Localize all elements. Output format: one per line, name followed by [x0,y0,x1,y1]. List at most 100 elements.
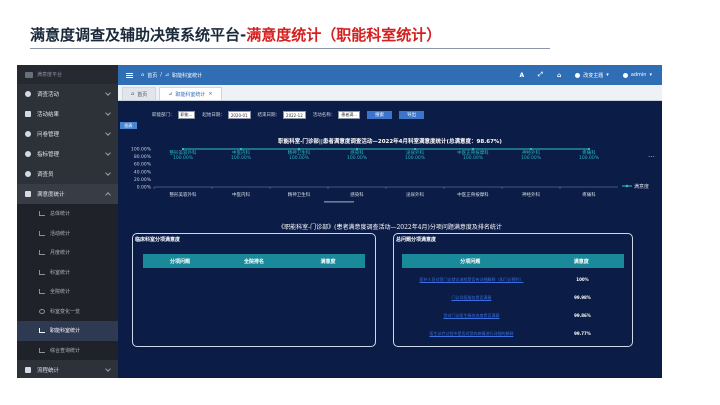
data-point [181,147,185,151]
chevron-down-icon [105,90,111,96]
question-link[interactable]: 医护人员对您门诊就诊流程是否有详细解释（如门诊预约） [402,277,541,282]
table-header: 分项问题 全院排名 满意度 [143,254,365,268]
logo-text: 满意度平台 [37,72,63,78]
sidebar-item-statistics[interactable]: 满意度统计 [17,184,118,204]
sidebar-subitem-changes[interactable]: 科室变化一览 [17,301,118,321]
sidebar-subitem-activity[interactable]: 活动统计 [17,223,118,243]
question-link[interactable]: 医生诊疗过程中是否对您的病情进行详细的解释 [402,331,541,336]
theme-icon [575,72,581,78]
y-tick-label: 100.00% [131,147,152,153]
column-header: 分项问题 [169,258,190,265]
question-circle-icon [25,151,31,157]
sidebar-subitem-label: 月度统计 [50,250,71,257]
activity-select[interactable]: 患者满... [338,111,361,119]
data-label: 100.00% [231,155,252,161]
theme-label: 改变主题 [583,72,604,79]
start-date-input[interactable]: 2020-01 [227,111,251,119]
y-tick-label: 40.00% [134,169,152,175]
close-icon[interactable]: × [208,91,212,97]
sidebar-item-indicators[interactable]: 指标管理 [17,144,118,164]
section-title: 《职能科室-门诊部》(患者满意度调查活动—2022年4月)分项问题满意度及排名统… [278,224,502,231]
end-date-input[interactable]: 2022-12 [283,111,306,119]
data-label: 100.00% [463,155,484,161]
sidebar-subitem-label: 全院统计 [50,289,71,296]
satisfaction-chart: 100.00% 80.00% 60.00% 40.00% 20.00% 0.00% 整形美容… [118,145,662,207]
home-icon[interactable]: ⌂ [557,72,561,79]
export-button[interactable]: 导出 [399,111,425,119]
questionnaire-icon [25,131,31,137]
sidebar-subitem-department[interactable]: 科室统计 [17,262,118,282]
app-window: 满意度平台 调查活动 活动结果 问卷管理 指标管理 调查员 满意度统计 总体统计… [17,65,662,378]
bar-chart-icon [39,230,45,236]
clinical-dept-panel: 临床科室分项满意度 分项问题 全院排名 满意度 [132,233,376,347]
user-menu[interactable]: admin ▾ [622,72,652,78]
users-icon [25,171,31,177]
x-tick-label: 中医内科 [232,191,250,198]
tab-bar: ⌂ 首页 ⊿ 职能科室统计 × [118,85,662,101]
point-category-label: 泌尿外科 [406,149,424,156]
data-label: 100.00% [521,155,542,161]
sidebar-subitem-label: 活动统计 [50,230,71,237]
sidebar-subitem-label: 综合查询统计 [50,347,81,354]
sidebar-item-results[interactable]: 活动结果 [17,104,118,124]
activity-label: 活动名称： [312,113,336,118]
panel-title: 总问题分项满意度 [396,237,437,243]
y-tick-label: 0.00% [137,185,152,191]
theme-switcher[interactable]: 改变主题 ▾ [575,72,609,79]
sidebar: 满意度平台 调查活动 活动结果 问卷管理 指标管理 调查员 满意度统计 总体统计… [17,65,118,378]
x-tick-label: 精神卫生科 [288,191,311,198]
sidebar-subitem-hospital[interactable]: 全院统计 [17,282,118,302]
sidebar-subitem-monthly[interactable]: 月度统计 [17,243,118,263]
search-button[interactable]: 搜索 [367,111,393,119]
table-body: 医护人员对您门诊就诊流程是否有详细解释（如门诊预约） 100% 门诊导医服务是否满… [402,270,624,342]
question-link[interactable]: 门诊导医服务是否满意 [402,295,541,300]
table-header: 分项问题 满意度 [402,254,624,268]
dept-label: 职能部门： [152,113,175,118]
bar-chart-icon [39,250,45,256]
top-bar: ⌂ 首页 / ⊿ 职能科室统计 A ⤢ ⌂ 改变主题 ▾ admin ▾ [118,65,662,85]
sidebar-subitem-label: 科室变化一览 [50,308,81,315]
data-label: 100.00% [289,155,310,161]
menu-toggle-icon[interactable] [126,72,133,78]
topbar-tools: A ⤢ ⌂ 改变主题 ▾ admin ▾ [520,71,662,79]
data-label: 100.00% [405,155,426,161]
main-content: 职能部门： 职能... 起始日期： 2020-01 结束日期： 2022-12 … [118,101,662,378]
chevron-up-icon [105,192,111,198]
slide-title: 满意度调查及辅助决策系统平台-满意度统计（职能科室统计） [30,24,441,45]
sidebar-subitem-functional-dept[interactable]: 职能科室统计 [17,321,118,341]
sidebar-item-survey[interactable]: 调查活动 [17,84,118,104]
tab-functional-dept[interactable]: ⊿ 职能科室统计 × [159,87,222,100]
slide-title-prefix: 满意度调查及辅助决策系统平台- [30,26,247,44]
chart-view-tag[interactable]: 图表 [120,122,137,129]
x-tick-label: 感染科 [350,191,364,198]
tab-label: 职能科室统计 [175,91,206,98]
question-link[interactable]: 您对门诊医生服务态度是否满意 [402,313,541,318]
table-row: 门诊导医服务是否满意 99.98% [402,288,624,306]
dept-select[interactable]: 职能... [177,111,196,119]
point-category-label: 中医正骨按摩科 [457,149,489,156]
satisfaction-value: 99.77% [574,330,591,336]
chart-title: 职能科室-门诊部||患者满意度调查活动—2022年4月科室满意度统计(总满意度：… [278,139,502,145]
sidebar-item-questionnaire[interactable]: 问卷管理 [17,124,118,144]
point-category-label: 整形美容外科 [170,149,197,156]
sidebar-item-label: 流程统计 [37,368,60,374]
column-header: 分项问题 [460,258,481,265]
more-icon[interactable]: … [648,151,656,159]
sidebar-item-surveyors[interactable]: 调查员 [17,164,118,184]
fullscreen-icon[interactable]: ⤢ [538,71,543,79]
data-point [239,147,243,151]
data-point [413,147,417,151]
font-size-icon[interactable]: A [520,72,525,79]
column-header: 全院排名 [243,258,264,265]
sidebar-subitem-query[interactable]: 综合查询统计 [17,340,118,360]
sidebar-item-label: 满意度统计 [37,192,65,198]
data-point [471,147,475,151]
tab-home[interactable]: ⌂ 首页 [122,87,157,100]
results-icon [25,111,31,117]
sidebar-item-process[interactable]: 流程统计 [17,360,118,378]
chart-area-icon [39,328,45,334]
sidebar-subitem-overall[interactable]: 总体统计 [17,204,118,224]
point-category-label: 中医内科 [232,149,250,156]
breadcrumb-home[interactable]: 首页 [147,72,157,79]
title-divider [30,48,550,49]
